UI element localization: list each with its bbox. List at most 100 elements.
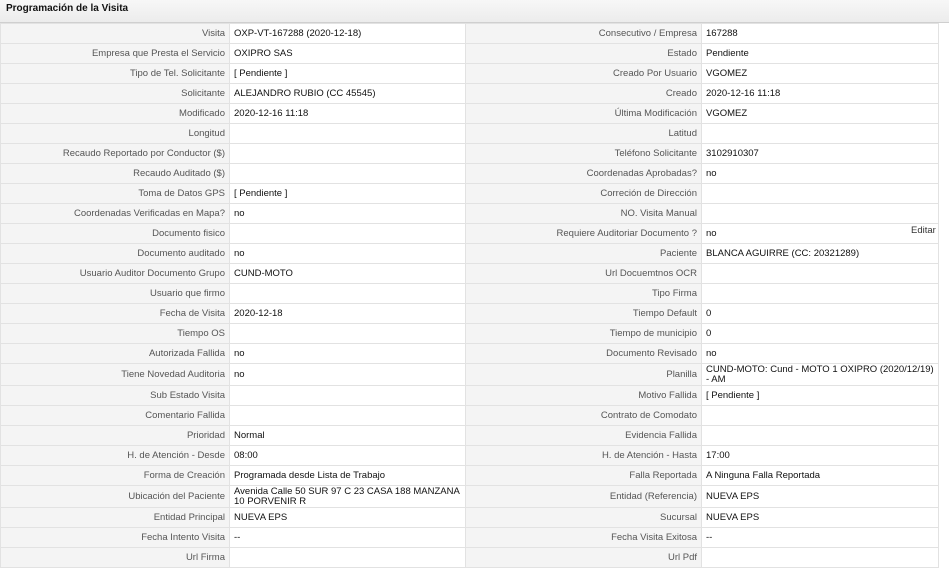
field-value: no [229,363,466,386]
field-label: Ubicación del Paciente [0,485,230,508]
field-label: Recaudo Reportado por Conductor ($) [0,143,230,164]
field-label: Creado Por Usuario [465,63,702,84]
field-value: Normal [229,425,466,446]
field-label: Fecha de Visita [0,303,230,324]
detail-row: H. de Atención - Desde 08:00 H. de Atenció… [0,445,939,466]
field-value [701,123,939,144]
detail-row: Ubicación del Paciente Avenida Calle 50 S… [0,485,939,508]
field-value [701,425,939,446]
detail-row: Entidad Principal NUEVA EPS Sucursal NUEVA … [0,507,939,528]
field-label: Prioridad [0,425,230,446]
field-value: NUEVA EPS [701,507,939,528]
detail-row: Url Firma Url Pdf [0,547,939,568]
field-value: no [701,163,939,184]
field-label: Url Firma [0,547,230,568]
field-label: Coordenadas Verificadas en Mapa? [0,203,230,224]
visit-schedule-panel: Programación de la Visita Visita OXP-VT-1… [0,0,949,580]
field-value [701,263,939,284]
field-value: -- [701,527,939,548]
field-label: Visita [0,23,230,44]
detail-row: Fecha de Visita 2020-12-18 Tiempo Default… [0,303,939,324]
field-value [229,323,466,344]
field-value: no [229,203,466,224]
field-value [701,183,939,204]
detail-row: Sub Estado Visita Motivo Fallida[ Pendien… [0,385,939,406]
edit-link[interactable]: Editar [911,225,936,236]
field-label: Tipo Firma [465,283,702,304]
field-label: Url Pdf [465,547,702,568]
field-label: Documento fisico [0,223,230,244]
field-value: BLANCA AGUIRRE (CC: 20321289) [701,243,939,264]
field-value: [ Pendiente ] [701,385,939,406]
field-label: Solicitante [0,83,230,104]
field-label: Evidencia Fallida [465,425,702,446]
field-value: 167288 [701,23,939,44]
field-label: H. de Atención - Hasta [465,445,702,466]
field-label: Longitud [0,123,230,144]
field-label: Última Modificación [465,103,702,124]
field-label: NO. Visita Manual [465,203,702,224]
detail-row: Tipo de Tel. Solicitante[ Pendiente ] Cre… [0,63,939,84]
field-label: Coordenadas Aprobadas? [465,163,702,184]
visit-details-table: Visita OXP-VT-167288 (2020-12-18) Consecut… [0,23,939,568]
field-label: Motivo Fallida [465,385,702,406]
field-label: Entidad Principal [0,507,230,528]
field-label: Documento Revisado [465,343,702,364]
detail-row: Fecha Intento Visita -- Fecha Visita Exito… [0,527,939,548]
field-value: NUEVA EPS [701,485,939,508]
detail-row: Recaudo Auditado ($) Coordenadas Aprobada… [0,163,939,184]
field-label: Correción de Dirección [465,183,702,204]
detail-row: Toma de Datos GPS[ Pendiente ] Correción … [0,183,939,204]
field-value: NUEVA EPS [229,507,466,528]
field-label: Empresa que Presta el Servicio [0,43,230,64]
field-label: Contrato de Comodato [465,405,702,426]
field-value [229,143,466,164]
field-value: VGOMEZ [701,103,939,124]
field-value: VGOMEZ [701,63,939,84]
field-value: -- [229,527,466,548]
field-value: OXP-VT-167288 (2020-12-18) [229,23,466,44]
field-value [701,405,939,426]
field-value: Pendiente [701,43,939,64]
detail-row: Prioridad Normal Evidencia Fallida [0,425,939,446]
field-value: 3102910307 [701,143,939,164]
field-value [229,547,466,568]
field-value: 17:00 [701,445,939,466]
field-label: Fecha Visita Exitosa [465,527,702,548]
field-label: Usuario que firmo [0,283,230,304]
field-value [229,123,466,144]
field-value [229,163,466,184]
field-label: Sucursal [465,507,702,528]
field-value: 2020-12-16 11:18 [229,103,466,124]
field-label: Sub Estado Visita [0,385,230,406]
field-value: no [229,243,466,264]
field-value: Programada desde Lista de Trabajo [229,465,466,486]
field-label: Documento auditado [0,243,230,264]
field-value: 08:00 [229,445,466,466]
field-value: 2020-12-16 11:18 [701,83,939,104]
detail-row: Coordenadas Verificadas en Mapa? no NO. V… [0,203,939,224]
field-value: A Ninguna Falla Reportada [701,465,939,486]
detail-row: Tiene Novedad Auditoria no Planilla CUND-MO… [0,363,939,386]
field-label: Requiere Auditoriar Documento ? [465,223,702,244]
field-value [701,203,939,224]
field-label: Teléfono Solicitante [465,143,702,164]
field-label: Tiempo de municipio [465,323,702,344]
field-value [229,385,466,406]
detail-row: Documento fisico Requiere Auditoriar Docu… [0,223,939,244]
field-label: Paciente [465,243,702,264]
detail-row: Longitud Latitud [0,123,939,144]
field-label: Comentario Fallida [0,405,230,426]
field-label: Planilla [465,363,702,386]
field-value: no [701,223,939,244]
field-label: Forma de Creación [0,465,230,486]
field-label: Creado [465,83,702,104]
field-label: Latitud [465,123,702,144]
field-value [229,283,466,304]
field-label: H. de Atención - Desde [0,445,230,466]
detail-row: Usuario Auditor Documento Grupo CUND-MOTO… [0,263,939,284]
field-label: Url Docuemtnos OCR [465,263,702,284]
field-label: Tiempo Default [465,303,702,324]
field-value: CUND-MOTO [229,263,466,284]
field-value: 0 [701,323,939,344]
